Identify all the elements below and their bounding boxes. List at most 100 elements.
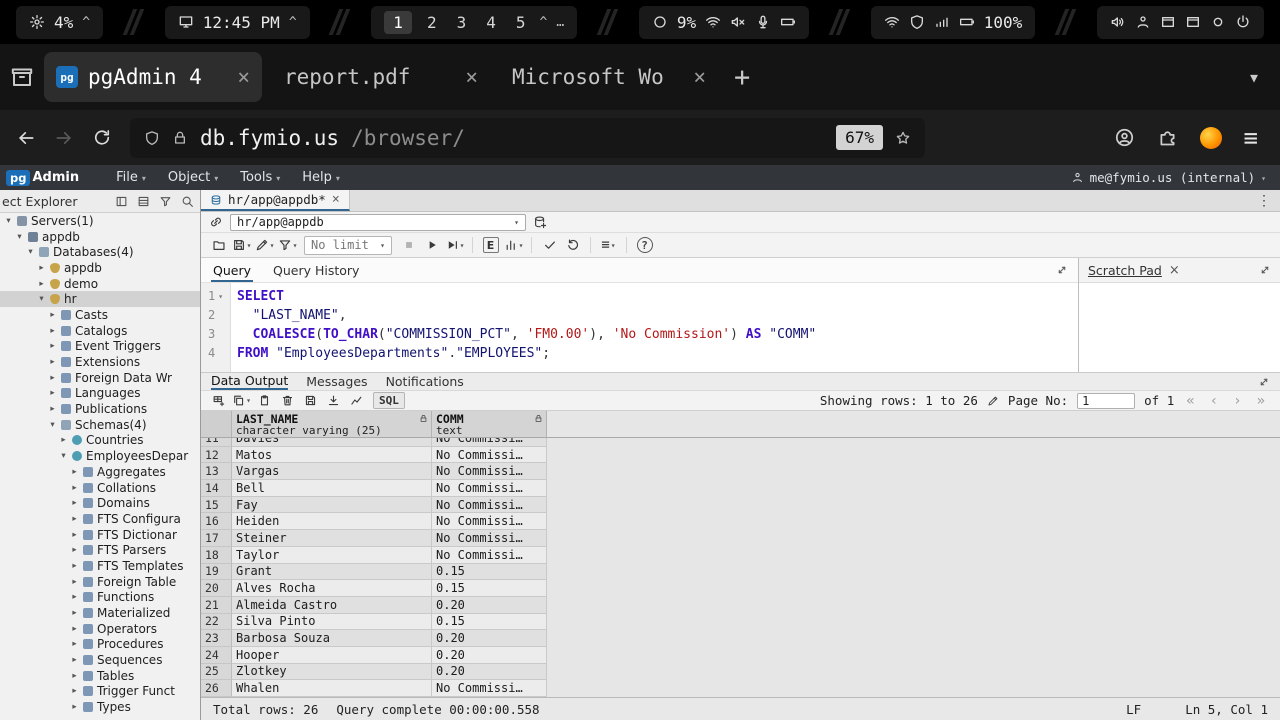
- cell-last-name[interactable]: Davies: [232, 438, 432, 447]
- cell-last-name[interactable]: Steiner: [232, 530, 432, 547]
- rows-icon[interactable]: [137, 195, 150, 208]
- filter-icon[interactable]: [159, 195, 172, 208]
- cell-last-name[interactable]: Barbosa Souza: [232, 630, 432, 647]
- row-number[interactable]: 26: [201, 680, 232, 697]
- cell-last-name[interactable]: Bell: [232, 480, 432, 497]
- tracking-shield-icon[interactable]: [144, 130, 160, 146]
- collapse-arrow-icon[interactable]: ▾: [48, 420, 57, 430]
- row-number[interactable]: 21: [201, 597, 232, 614]
- close-tab-icon[interactable]: ×: [237, 65, 250, 89]
- cursor-position[interactable]: Ln 5, Col 1: [1185, 702, 1268, 717]
- tree-item-tables[interactable]: ▸Tables: [0, 668, 200, 684]
- tree-item-operators[interactable]: ▸Operators: [0, 621, 200, 637]
- cell-comm[interactable]: 0.20: [432, 647, 547, 664]
- tree-item-servers-1[interactable]: ▾Servers(1): [0, 213, 200, 229]
- row-number[interactable]: 15: [201, 497, 232, 514]
- row-number[interactable]: 16: [201, 513, 232, 530]
- collapse-arrow-icon[interactable]: ▾: [15, 232, 24, 242]
- execute-button[interactable]: [421, 235, 442, 256]
- last-page-icon[interactable]: »: [1254, 393, 1268, 409]
- tree-item-databases-4[interactable]: ▾Databases(4): [0, 244, 200, 260]
- row-number[interactable]: 24: [201, 647, 232, 664]
- tab-data-output[interactable]: Data Output: [211, 373, 288, 390]
- row-number[interactable]: 14: [201, 480, 232, 497]
- close-tab-icon[interactable]: ×: [465, 65, 478, 89]
- save-button[interactable]: ▾: [231, 235, 252, 256]
- execute-options-button[interactable]: ▾: [444, 235, 465, 256]
- rollback-button[interactable]: [562, 235, 583, 256]
- row-number[interactable]: 17: [201, 530, 232, 547]
- tree-item-fts-templates[interactable]: ▸FTS Templates: [0, 558, 200, 574]
- delete-row-button[interactable]: [278, 392, 297, 410]
- collapse-arrow-icon[interactable]: ▾: [4, 216, 13, 226]
- tree-item-foreign-data-wr[interactable]: ▸Foreign Data Wr: [0, 370, 200, 386]
- row-number[interactable]: 25: [201, 664, 232, 681]
- connection-select[interactable]: hr/app@appdb ▾: [230, 214, 526, 231]
- expand-arrow-icon[interactable]: ▸: [37, 279, 46, 289]
- expand-arrow-icon[interactable]: ▸: [70, 498, 79, 508]
- cell-comm[interactable]: No Commissi…: [432, 463, 547, 480]
- cell-comm[interactable]: 0.15: [432, 614, 547, 631]
- tree-item-procedures[interactable]: ▸Procedures: [0, 637, 200, 653]
- close-icon[interactable]: ×: [332, 192, 340, 207]
- search-icon[interactable]: [181, 195, 194, 208]
- account-menu[interactable]: me@fymio.us (internal) ▾: [1071, 170, 1274, 185]
- cell-comm[interactable]: 0.20: [432, 597, 547, 614]
- workspace-5[interactable]: 5: [511, 12, 531, 33]
- collapse-arrow-icon[interactable]: ▾: [37, 294, 46, 304]
- expand-arrow-icon[interactable]: ▸: [70, 514, 79, 524]
- browser-tab-word[interactable]: Microsoft Wo ×: [500, 52, 718, 102]
- cell-comm[interactable]: No Commissi…: [432, 447, 547, 464]
- menu-tools[interactable]: Tools▾: [229, 165, 291, 190]
- tree-item-catalogs[interactable]: ▸Catalogs: [0, 323, 200, 339]
- cell-comm[interactable]: No Commissi…: [432, 480, 547, 497]
- chevron-down-icon[interactable]: ▾: [246, 396, 251, 405]
- tree-item-event-triggers[interactable]: ▸Event Triggers: [0, 339, 200, 355]
- system-tray[interactable]: [1097, 6, 1264, 39]
- workspace-switcher[interactable]: 12345 ^ …: [371, 6, 577, 39]
- cell-comm[interactable]: No Commissi…: [432, 547, 547, 564]
- expand-arrow-icon[interactable]: ▸: [70, 655, 79, 665]
- tree-item-hr[interactable]: ▾hr: [0, 291, 200, 307]
- gutter-line[interactable]: 3: [201, 325, 230, 344]
- record-icon[interactable]: [1210, 14, 1226, 30]
- new-connection-icon[interactable]: [533, 215, 547, 229]
- eol-indicator[interactable]: LF: [1126, 702, 1141, 717]
- cell-last-name[interactable]: Matos: [232, 447, 432, 464]
- cell-last-name[interactable]: Silva Pinto: [232, 614, 432, 631]
- next-page-icon[interactable]: ›: [1230, 393, 1244, 409]
- forward-button[interactable]: [54, 128, 74, 148]
- expand-arrow-icon[interactable]: ▸: [48, 373, 57, 383]
- fold-arrow-icon[interactable]: ▾: [218, 287, 223, 306]
- tree-item-collations[interactable]: ▸Collations: [0, 480, 200, 496]
- explain-analyze-button[interactable]: ▾: [503, 235, 524, 256]
- zoom-indicator[interactable]: 67%: [836, 125, 883, 150]
- gutter-line[interactable]: 2: [201, 306, 230, 325]
- browser-tab-pgadmin[interactable]: pg pgAdmin 4 ×: [44, 52, 262, 102]
- commit-button[interactable]: [539, 235, 560, 256]
- tree-item-employeesdepar[interactable]: ▾EmployeesDepar: [0, 448, 200, 464]
- menu-icon[interactable]: ≡: [1244, 124, 1258, 152]
- close-tab-icon[interactable]: ×: [693, 65, 706, 89]
- collapse-arrow-icon[interactable]: ▾: [59, 451, 68, 461]
- user-icon[interactable]: [1135, 14, 1151, 30]
- row-limit-select[interactable]: No limit ▾: [304, 236, 392, 255]
- battery-low-indicator[interactable]: 9%: [639, 6, 809, 39]
- macros-button[interactable]: ≡▾: [598, 235, 619, 256]
- cell-comm[interactable]: No Commissi…: [432, 513, 547, 530]
- gutter-line[interactable]: 1▾: [201, 287, 230, 306]
- tree-item-sequences[interactable]: ▸Sequences: [0, 652, 200, 668]
- edit-button[interactable]: ▾: [254, 235, 275, 256]
- paste-button[interactable]: [255, 392, 274, 410]
- panel-icon[interactable]: [115, 195, 128, 208]
- expand-panel-icon[interactable]: [1259, 264, 1271, 276]
- tree-item-foreign-table[interactable]: ▸Foreign Table: [0, 574, 200, 590]
- tree-item-materialized[interactable]: ▸Materialized: [0, 605, 200, 621]
- close-icon[interactable]: ×: [1169, 263, 1180, 278]
- first-page-icon[interactable]: «: [1183, 393, 1197, 409]
- kebab-menu-icon[interactable]: ⋮: [1248, 190, 1280, 211]
- expand-arrow-icon[interactable]: ▸: [70, 483, 79, 493]
- tab-messages[interactable]: Messages: [306, 373, 367, 390]
- open-file-button[interactable]: [208, 235, 229, 256]
- cell-last-name[interactable]: Vargas: [232, 463, 432, 480]
